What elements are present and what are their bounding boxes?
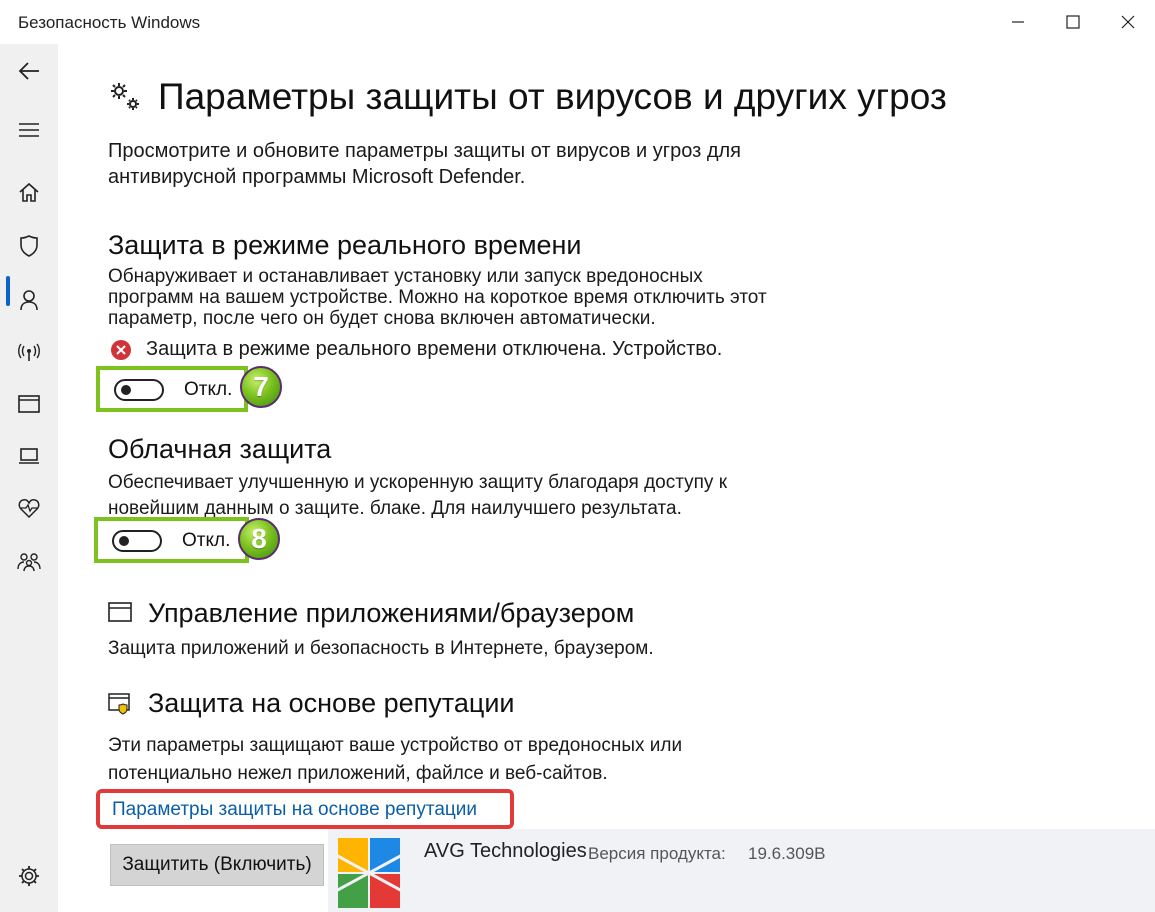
error-icon (111, 339, 131, 360)
minimize-button[interactable] (990, 0, 1046, 44)
app-browser-icon (108, 602, 132, 622)
realtime-section-title: Защита в режиме реального времени (108, 230, 582, 260)
nav-item-virus-protection[interactable] (0, 222, 58, 270)
heart-pulse-icon (18, 499, 40, 518)
title-bar: Безопасность Windows (0, 0, 1155, 44)
realtime-status-text: Защита в режиме реального времени отключ… (146, 338, 723, 360)
cloud-description: Обеспечивает улучшенную и ускоренную защ… (108, 470, 727, 522)
reputation-shield-icon (108, 693, 130, 715)
nav-item-account[interactable] (0, 276, 58, 324)
realtime-description-line: программ на вашем устройстве. Можно на к… (108, 287, 767, 308)
menu-button[interactable] (0, 106, 58, 154)
home-icon (19, 182, 39, 202)
realtime-description-line: Обнаруживает и останавливает установку и… (108, 266, 703, 287)
nav-item-family[interactable] (0, 538, 58, 586)
close-button[interactable] (1100, 0, 1155, 44)
window-title: Безопасность Windows (18, 13, 201, 32)
nav-item-settings[interactable] (0, 852, 58, 900)
minimize-icon (1012, 21, 1024, 23)
page-description-line: антивирусной программы Microsoft Defende… (108, 166, 526, 188)
realtime-toggle-label: Откл. (184, 379, 233, 400)
step-badge: 7 (240, 366, 282, 408)
realtime-toggle-highlight: Откл. (96, 366, 248, 412)
maximize-button[interactable] (1045, 0, 1101, 44)
page-description: Просмотрите и обновите параметры защиты … (108, 138, 741, 190)
reputation-description-line: Эти параметры защищают ваше устройство о… (108, 735, 683, 756)
nav-item-home[interactable] (0, 168, 58, 216)
app-browser-description: Защита приложений и безопасность в Интер… (108, 638, 654, 659)
realtime-status: Защита в режиме реального времени отключ… (110, 338, 722, 361)
shield-icon (20, 235, 38, 257)
reputation-settings-link[interactable]: Параметры защиты на основе репутации (112, 799, 477, 821)
back-arrow-icon (18, 62, 39, 80)
reputation-section-title: Защита на основе репутации (148, 688, 515, 718)
page-title: Параметры защиты от вирусов и других угр… (158, 76, 947, 117)
wireless-icon (18, 343, 40, 361)
enable-protection-button[interactable]: Защитить (Включить) (110, 844, 324, 886)
gears-icon (111, 83, 139, 110)
reputation-description: Эти параметры защищают ваше устройство о… (108, 732, 682, 788)
gear-icon (19, 866, 39, 886)
product-version: 19.6.309B (748, 844, 826, 863)
maximize-icon (1066, 15, 1080, 29)
page-description-line: Просмотрите и обновите параметры защиты … (108, 140, 741, 162)
main-content: Параметры защиты от вирусов и других угр… (58, 44, 1155, 912)
app-browser-section-title: Управление приложениями/браузером (148, 598, 635, 628)
cloud-section-title: Облачная защита (108, 434, 332, 464)
realtime-toggle[interactable] (114, 379, 164, 401)
person-icon (20, 290, 38, 311)
nav-item-firewall[interactable] (0, 328, 58, 376)
app-browser-icon (18, 395, 40, 413)
nav-item-app-browser[interactable] (0, 380, 58, 428)
product-version-label: Версия продукта: (588, 844, 726, 863)
cloud-toggle-label: Откл. (182, 530, 231, 551)
toggle-knob (119, 536, 129, 546)
nav-item-device-security[interactable] (0, 432, 58, 480)
step-badge: 8 (238, 518, 280, 560)
toggle-knob (121, 385, 131, 395)
close-icon (1121, 15, 1135, 29)
cloud-toggle[interactable] (112, 530, 162, 552)
avg-logo (332, 834, 406, 912)
nav-item-device-health[interactable] (0, 484, 58, 532)
reputation-link-highlight: Параметры защиты на основе репутации (96, 789, 514, 829)
laptop-icon (19, 448, 39, 464)
family-icon (17, 553, 41, 572)
realtime-description: Обнаруживает и останавливает установку и… (108, 266, 767, 329)
reputation-description-line: потенциально нежел приложений, файлсе и … (108, 763, 608, 784)
vendor-name: AVG Technologies (424, 840, 587, 862)
realtime-description-line: параметр, после чего он будет снова вклю… (108, 308, 656, 329)
back-button[interactable] (0, 47, 58, 95)
page-header: Параметры защиты от вирусов и других угр… (108, 76, 947, 118)
sidebar (0, 44, 58, 912)
cloud-description-line: Обеспечивает улучшенную и ускоренную защ… (108, 472, 728, 493)
cloud-toggle-highlight: Откл. (94, 517, 249, 563)
hamburger-menu-icon (19, 123, 39, 137)
